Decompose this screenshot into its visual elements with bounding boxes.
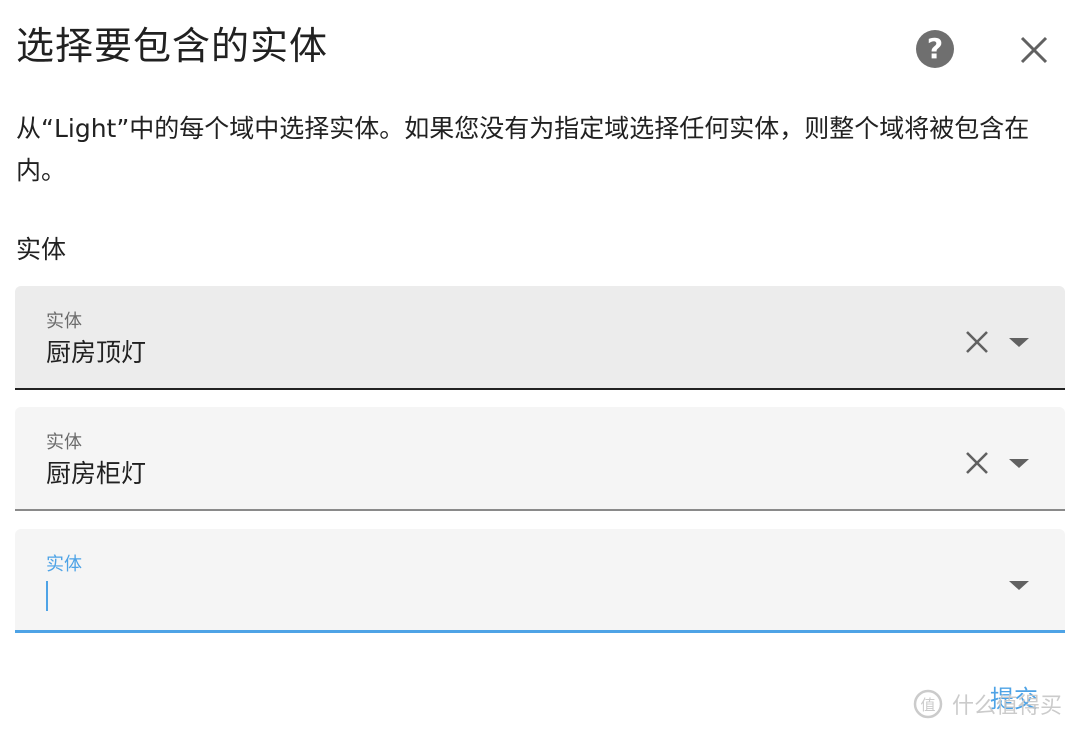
section-label: 实体 [16, 235, 67, 264]
field-label: 实体 [46, 554, 82, 575]
entity-select-dialog: 选择要包含的实体 ? 从“Light”中的每个域中选择实体。如果您没有为指定域选… [0, 0, 1080, 730]
watermark-logo-icon: 值 [913, 689, 943, 719]
entity-field-3[interactable]: 实体 [15, 529, 1065, 633]
field-label: 实体 [46, 432, 82, 453]
watermark: 值 什么值得买 [912, 684, 1062, 724]
help-icon[interactable]: ? [916, 30, 954, 68]
svg-text:值: 值 [920, 696, 935, 714]
entity-field-1[interactable]: 实体 厨房顶灯 [15, 286, 1065, 390]
dialog-description: 从“Light”中的每个域中选择实体。如果您没有为指定域选择任何实体，则整个域将… [16, 114, 1030, 185]
dropdown-arrow-icon[interactable] [1007, 332, 1031, 352]
clear-icon[interactable] [963, 449, 991, 477]
watermark-text: 什么值得买 [952, 694, 1063, 719]
field-label: 实体 [46, 311, 82, 332]
dropdown-arrow-icon[interactable] [1007, 453, 1031, 473]
clear-icon[interactable] [963, 328, 991, 356]
close-icon [1020, 36, 1048, 64]
field-value: 厨房柜灯 [46, 459, 147, 488]
entity-field-2[interactable]: 实体 厨房柜灯 [15, 407, 1065, 511]
dialog-title: 选择要包含的实体 [16, 24, 329, 68]
field-value: 厨房顶灯 [46, 338, 147, 367]
dropdown-arrow-icon[interactable] [1007, 575, 1031, 595]
close-button[interactable] [1012, 28, 1056, 72]
entity-search-input[interactable] [46, 579, 930, 615]
